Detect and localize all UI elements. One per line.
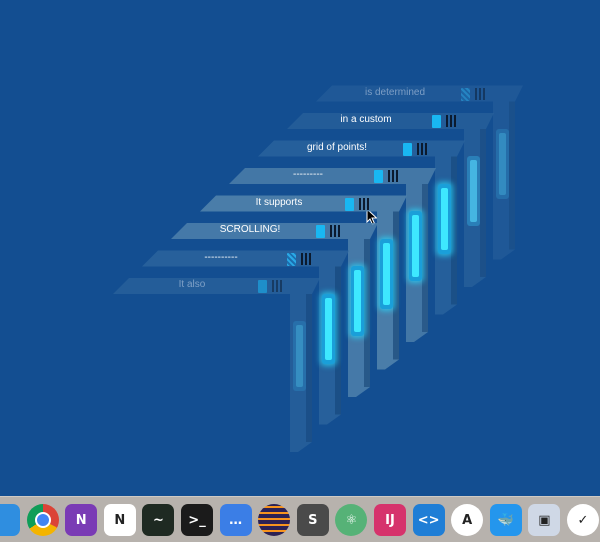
- toggle-square-button[interactable]: [258, 280, 267, 293]
- chevron-edge: [306, 294, 312, 442]
- desktop-canvas: is determined in a custom grid of points! -…: [0, 0, 600, 541]
- chevron-shape: [113, 278, 320, 452]
- chevron-panel[interactable]: It also: [0, 0, 600, 541]
- vertical-slider-button[interactable]: [293, 321, 306, 391]
- chevron-body: [113, 278, 320, 452]
- chevron-label: It also: [178, 279, 206, 290]
- grip-bars-icon[interactable]: [272, 280, 282, 292]
